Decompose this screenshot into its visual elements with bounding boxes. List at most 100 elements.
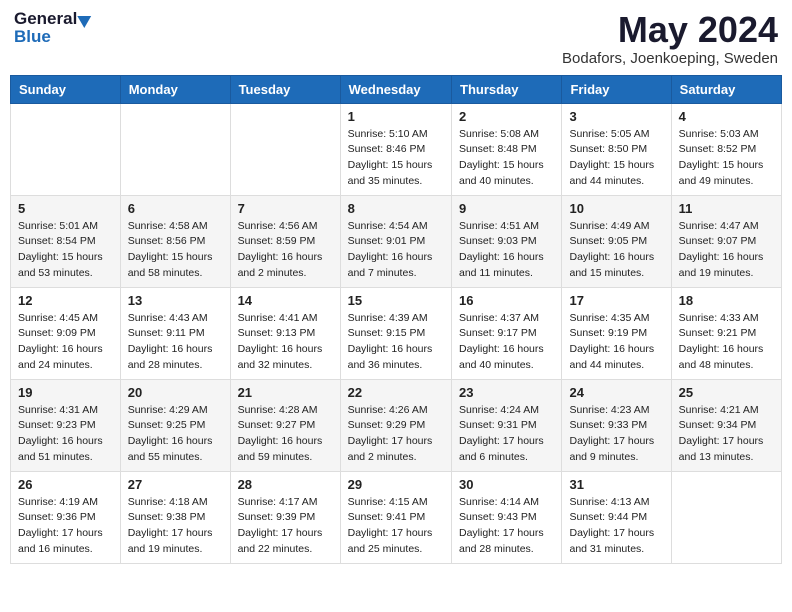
day-number: 2 [459,109,554,124]
day-info: Sunrise: 4:37 AMSunset: 9:17 PMDaylight:… [459,311,554,374]
day-number: 29 [348,477,444,492]
logo-triangle-icon [78,9,95,27]
calendar-cell: 2 Sunrise: 5:08 AMSunset: 8:48 PMDaylight… [452,103,562,195]
day-number: 5 [18,201,113,216]
day-number: 14 [238,293,333,308]
calendar-cell: 20 Sunrise: 4:29 AMSunset: 9:25 PMDayligh… [120,379,230,471]
day-of-week-header: Sunday [11,75,121,103]
calendar-cell: 31 Sunrise: 4:13 AMSunset: 9:44 PMDayligh… [562,471,671,563]
day-info: Sunrise: 5:10 AMSunset: 8:46 PMDaylight:… [348,127,444,190]
calendar-week-row: 5 Sunrise: 5:01 AMSunset: 8:54 PMDaylight… [11,195,782,287]
day-info: Sunrise: 4:15 AMSunset: 9:41 PMDaylight:… [348,495,444,558]
calendar-cell: 10 Sunrise: 4:49 AMSunset: 9:05 PMDayligh… [562,195,671,287]
day-info: Sunrise: 4:17 AMSunset: 9:39 PMDaylight:… [238,495,333,558]
day-info: Sunrise: 4:49 AMSunset: 9:05 PMDaylight:… [569,219,663,282]
day-number: 20 [128,385,223,400]
day-info: Sunrise: 4:45 AMSunset: 9:09 PMDaylight:… [18,311,113,374]
calendar-week-row: 26 Sunrise: 4:19 AMSunset: 9:36 PMDayligh… [11,471,782,563]
calendar-cell: 1 Sunrise: 5:10 AMSunset: 8:46 PMDaylight… [340,103,451,195]
day-number: 28 [238,477,333,492]
month-title: May 2024 [562,10,778,50]
page-header: General Blue May 2024 Bodafors, Joenkoep… [10,10,782,67]
day-info: Sunrise: 4:31 AMSunset: 9:23 PMDaylight:… [18,403,113,466]
calendar-cell: 3 Sunrise: 5:05 AMSunset: 8:50 PMDaylight… [562,103,671,195]
calendar-table: SundayMondayTuesdayWednesdayThursdayFrid… [10,75,782,564]
calendar-cell: 26 Sunrise: 4:19 AMSunset: 9:36 PMDayligh… [11,471,121,563]
day-of-week-header: Tuesday [230,75,340,103]
day-number: 1 [348,109,444,124]
day-number: 16 [459,293,554,308]
day-info: Sunrise: 4:47 AMSunset: 9:07 PMDaylight:… [679,219,774,282]
day-number: 19 [18,385,113,400]
day-number: 15 [348,293,444,308]
day-of-week-header: Wednesday [340,75,451,103]
day-number: 31 [569,477,663,492]
day-info: Sunrise: 5:01 AMSunset: 8:54 PMDaylight:… [18,219,113,282]
calendar-cell: 15 Sunrise: 4:39 AMSunset: 9:15 PMDayligh… [340,287,451,379]
calendar-cell: 16 Sunrise: 4:37 AMSunset: 9:17 PMDayligh… [452,287,562,379]
day-info: Sunrise: 4:23 AMSunset: 9:33 PMDaylight:… [569,403,663,466]
day-info: Sunrise: 4:13 AMSunset: 9:44 PMDaylight:… [569,495,663,558]
day-number: 9 [459,201,554,216]
calendar-week-row: 1 Sunrise: 5:10 AMSunset: 8:46 PMDaylight… [11,103,782,195]
day-info: Sunrise: 5:05 AMSunset: 8:50 PMDaylight:… [569,127,663,190]
calendar-cell [671,471,781,563]
day-info: Sunrise: 5:03 AMSunset: 8:52 PMDaylight:… [679,127,774,190]
calendar-cell: 11Sunrise: 4:47 AMSunset: 9:07 PMDayligh… [671,195,781,287]
day-number: 13 [128,293,223,308]
day-number: 3 [569,109,663,124]
calendar-cell: 14 Sunrise: 4:41 AMSunset: 9:13 PMDayligh… [230,287,340,379]
calendar-cell: 29 Sunrise: 4:15 AMSunset: 9:41 PMDayligh… [340,471,451,563]
day-number: 12 [18,293,113,308]
day-info: Sunrise: 4:28 AMSunset: 9:27 PMDaylight:… [238,403,333,466]
day-number: 23 [459,385,554,400]
day-number: 24 [569,385,663,400]
location-title: Bodafors, Joenkoeping, Sweden [562,50,778,67]
day-number: 22 [348,385,444,400]
day-number: 27 [128,477,223,492]
calendar-cell: 24 Sunrise: 4:23 AMSunset: 9:33 PMDayligh… [562,379,671,471]
day-number: 30 [459,477,554,492]
calendar-cell: 5 Sunrise: 5:01 AMSunset: 8:54 PMDaylight… [11,195,121,287]
logo: General Blue [14,10,92,47]
calendar-cell [11,103,121,195]
calendar-cell: 4 Sunrise: 5:03 AMSunset: 8:52 PMDaylight… [671,103,781,195]
day-info: Sunrise: 4:41 AMSunset: 9:13 PMDaylight:… [238,311,333,374]
day-number: 7 [238,201,333,216]
title-block: May 2024 Bodafors, Joenkoeping, Sweden [562,10,778,67]
calendar-cell: 27Sunrise: 4:18 AMSunset: 9:38 PMDayligh… [120,471,230,563]
calendar-cell: 13 Sunrise: 4:43 AMSunset: 9:11 PMDayligh… [120,287,230,379]
day-number: 26 [18,477,113,492]
day-number: 8 [348,201,444,216]
day-info: Sunrise: 4:26 AMSunset: 9:29 PMDaylight:… [348,403,444,466]
day-info: Sunrise: 4:43 AMSunset: 9:11 PMDaylight:… [128,311,223,374]
day-of-week-header: Friday [562,75,671,103]
day-info: Sunrise: 4:21 AMSunset: 9:34 PMDaylight:… [679,403,774,466]
day-info: Sunrise: 4:19 AMSunset: 9:36 PMDaylight:… [18,495,113,558]
day-of-week-header: Monday [120,75,230,103]
logo-blue-text: Blue [14,27,51,46]
calendar-cell: 21 Sunrise: 4:28 AMSunset: 9:27 PMDayligh… [230,379,340,471]
calendar-cell: 23 Sunrise: 4:24 AMSunset: 9:31 PMDayligh… [452,379,562,471]
logo-general-text: General [14,10,77,27]
day-number: 21 [238,385,333,400]
calendar-week-row: 19 Sunrise: 4:31 AMSunset: 9:23 PMDayligh… [11,379,782,471]
day-info: Sunrise: 4:24 AMSunset: 9:31 PMDaylight:… [459,403,554,466]
day-info: Sunrise: 4:56 AMSunset: 8:59 PMDaylight:… [238,219,333,282]
calendar-cell: 17Sunrise: 4:35 AMSunset: 9:19 PMDayligh… [562,287,671,379]
day-info: Sunrise: 5:08 AMSunset: 8:48 PMDaylight:… [459,127,554,190]
calendar-cell: 6Sunrise: 4:58 AMSunset: 8:56 PMDaylight… [120,195,230,287]
day-info: Sunrise: 4:33 AMSunset: 9:21 PMDaylight:… [679,311,774,374]
calendar-cell: 28 Sunrise: 4:17 AMSunset: 9:39 PMDayligh… [230,471,340,563]
day-number: 6 [128,201,223,216]
calendar-cell: 18Sunrise: 4:33 AMSunset: 9:21 PMDayligh… [671,287,781,379]
day-number: 10 [569,201,663,216]
calendar-cell: 30 Sunrise: 4:14 AMSunset: 9:43 PMDayligh… [452,471,562,563]
day-info: Sunrise: 4:29 AMSunset: 9:25 PMDaylight:… [128,403,223,466]
day-number: 4 [679,109,774,124]
calendar-cell [120,103,230,195]
calendar-week-row: 12 Sunrise: 4:45 AMSunset: 9:09 PMDayligh… [11,287,782,379]
day-info: Sunrise: 4:14 AMSunset: 9:43 PMDaylight:… [459,495,554,558]
calendar-cell: 8Sunrise: 4:54 AMSunset: 9:01 PMDaylight… [340,195,451,287]
day-info: Sunrise: 4:39 AMSunset: 9:15 PMDaylight:… [348,311,444,374]
